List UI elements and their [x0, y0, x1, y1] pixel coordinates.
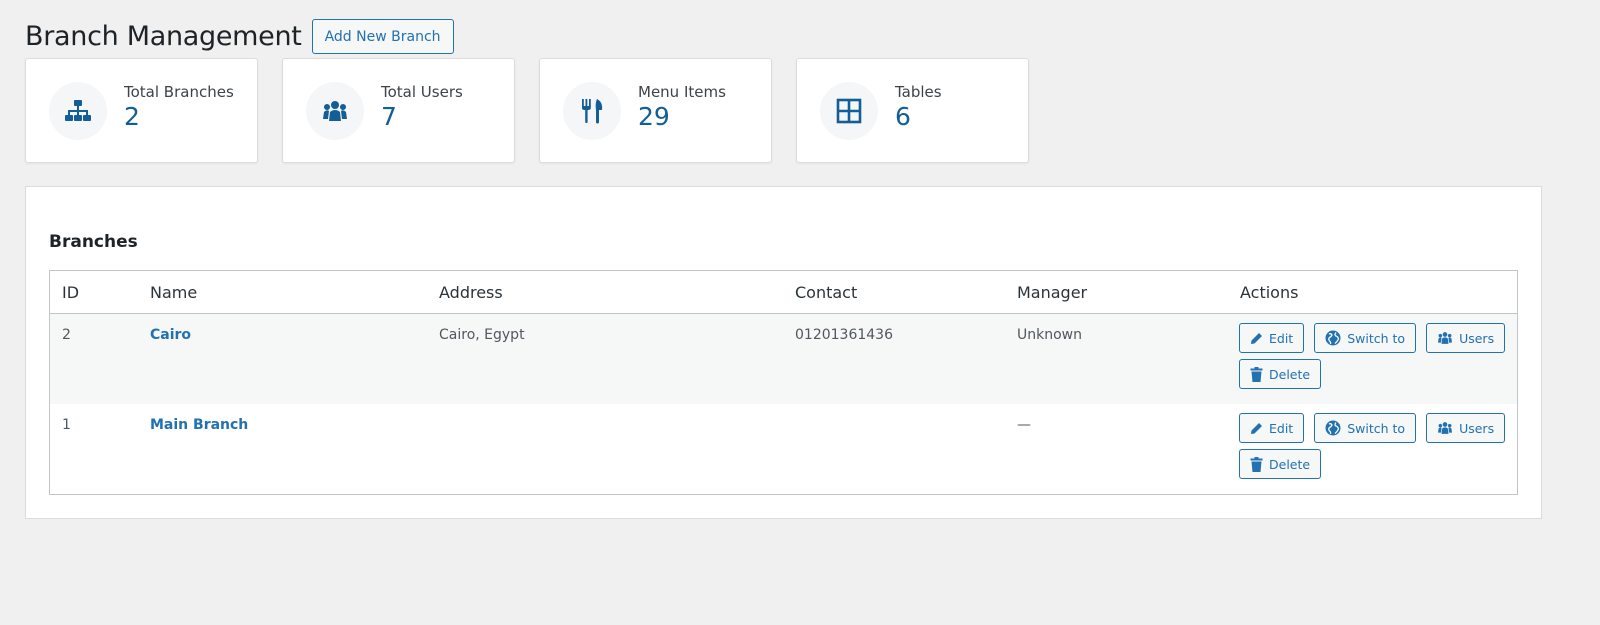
stat-label: Total Branches — [124, 82, 234, 101]
edit-button[interactable]: Edit — [1239, 413, 1305, 443]
table-row: 1 Main Branch — Edit Switch to Users Del… — [50, 404, 1517, 494]
stat-value: 6 — [895, 101, 911, 131]
branch-name-link[interactable]: Cairo — [150, 327, 191, 343]
switch-to-button[interactable]: Switch to — [1314, 413, 1417, 443]
stat-card-total-branches: Total Branches 2 — [25, 58, 258, 163]
table-header: ID Name Address Contact Manager Actions — [50, 271, 1517, 314]
stat-card-tables: Tables 6 — [796, 58, 1029, 163]
pencil-icon — [1251, 332, 1262, 344]
branches-table: ID Name Address Contact Manager Actions … — [49, 270, 1518, 495]
stat-label: Total Users — [381, 82, 463, 101]
column-header-id: ID — [62, 282, 80, 302]
switch-to-label: Switch to — [1347, 420, 1406, 436]
edit-label: Edit — [1269, 330, 1294, 346]
delete-button[interactable]: Delete — [1239, 449, 1322, 479]
cell-id: 1 — [62, 417, 71, 433]
branches-panel: Branches ID Name Address Contact Manager… — [25, 186, 1542, 519]
add-new-branch-button[interactable]: Add New Branch — [311, 19, 454, 54]
users-icon — [1438, 422, 1453, 434]
delete-label: Delete — [1269, 366, 1311, 382]
column-header-name: Name — [150, 282, 198, 302]
switch-to-button[interactable]: Switch to — [1314, 323, 1417, 353]
page-title: Branch Management — [25, 21, 302, 52]
users-button[interactable]: Users — [1426, 413, 1506, 443]
row-actions: Edit Switch to Users Delete — [1239, 413, 1509, 479]
utensils-icon — [563, 81, 621, 140]
cell-contact: 01201361436 — [795, 327, 893, 343]
cell-manager: — — [1017, 417, 1031, 433]
cell-address: Cairo, Egypt — [439, 327, 525, 343]
grid-icon — [820, 81, 878, 140]
stats-row: Total Branches 2 Total Users 7 Menu Item… — [25, 58, 1029, 163]
users-label: Users — [1459, 330, 1495, 346]
stat-label: Tables — [895, 82, 942, 101]
globe-icon — [1325, 420, 1341, 436]
stat-value: 29 — [638, 101, 670, 131]
branch-name-link[interactable]: Main Branch — [150, 417, 248, 433]
edit-label: Edit — [1269, 420, 1294, 436]
delete-label: Delete — [1269, 456, 1311, 472]
delete-button[interactable]: Delete — [1239, 359, 1322, 389]
trash-icon — [1250, 366, 1263, 382]
cell-id: 2 — [62, 327, 71, 343]
switch-to-label: Switch to — [1347, 330, 1406, 346]
users-icon — [1438, 332, 1453, 344]
branches-title: Branches — [49, 232, 138, 252]
stat-label: Menu Items — [638, 82, 726, 101]
page-header: Branch Management Add New Branch — [25, 19, 454, 54]
column-header-address: Address — [439, 282, 503, 302]
globe-icon — [1325, 330, 1341, 346]
sitemap-icon — [49, 81, 107, 140]
column-header-actions: Actions — [1240, 282, 1299, 302]
users-icon — [306, 81, 364, 140]
stat-card-total-users: Total Users 7 — [282, 58, 515, 163]
users-label: Users — [1459, 420, 1495, 436]
column-header-manager: Manager — [1017, 282, 1088, 302]
column-header-contact: Contact — [795, 282, 858, 302]
edit-button[interactable]: Edit — [1239, 323, 1305, 353]
pencil-icon — [1251, 422, 1262, 434]
stat-value: 7 — [381, 101, 397, 131]
trash-icon — [1250, 456, 1263, 472]
stat-value: 2 — [124, 101, 140, 131]
cell-manager: Unknown — [1017, 327, 1082, 343]
stat-card-menu-items: Menu Items 29 — [539, 58, 772, 163]
users-button[interactable]: Users — [1426, 323, 1506, 353]
table-row: 2 Cairo Cairo, Egypt 01201361436 Unknown… — [50, 314, 1517, 404]
row-actions: Edit Switch to Users Delete — [1239, 323, 1509, 389]
